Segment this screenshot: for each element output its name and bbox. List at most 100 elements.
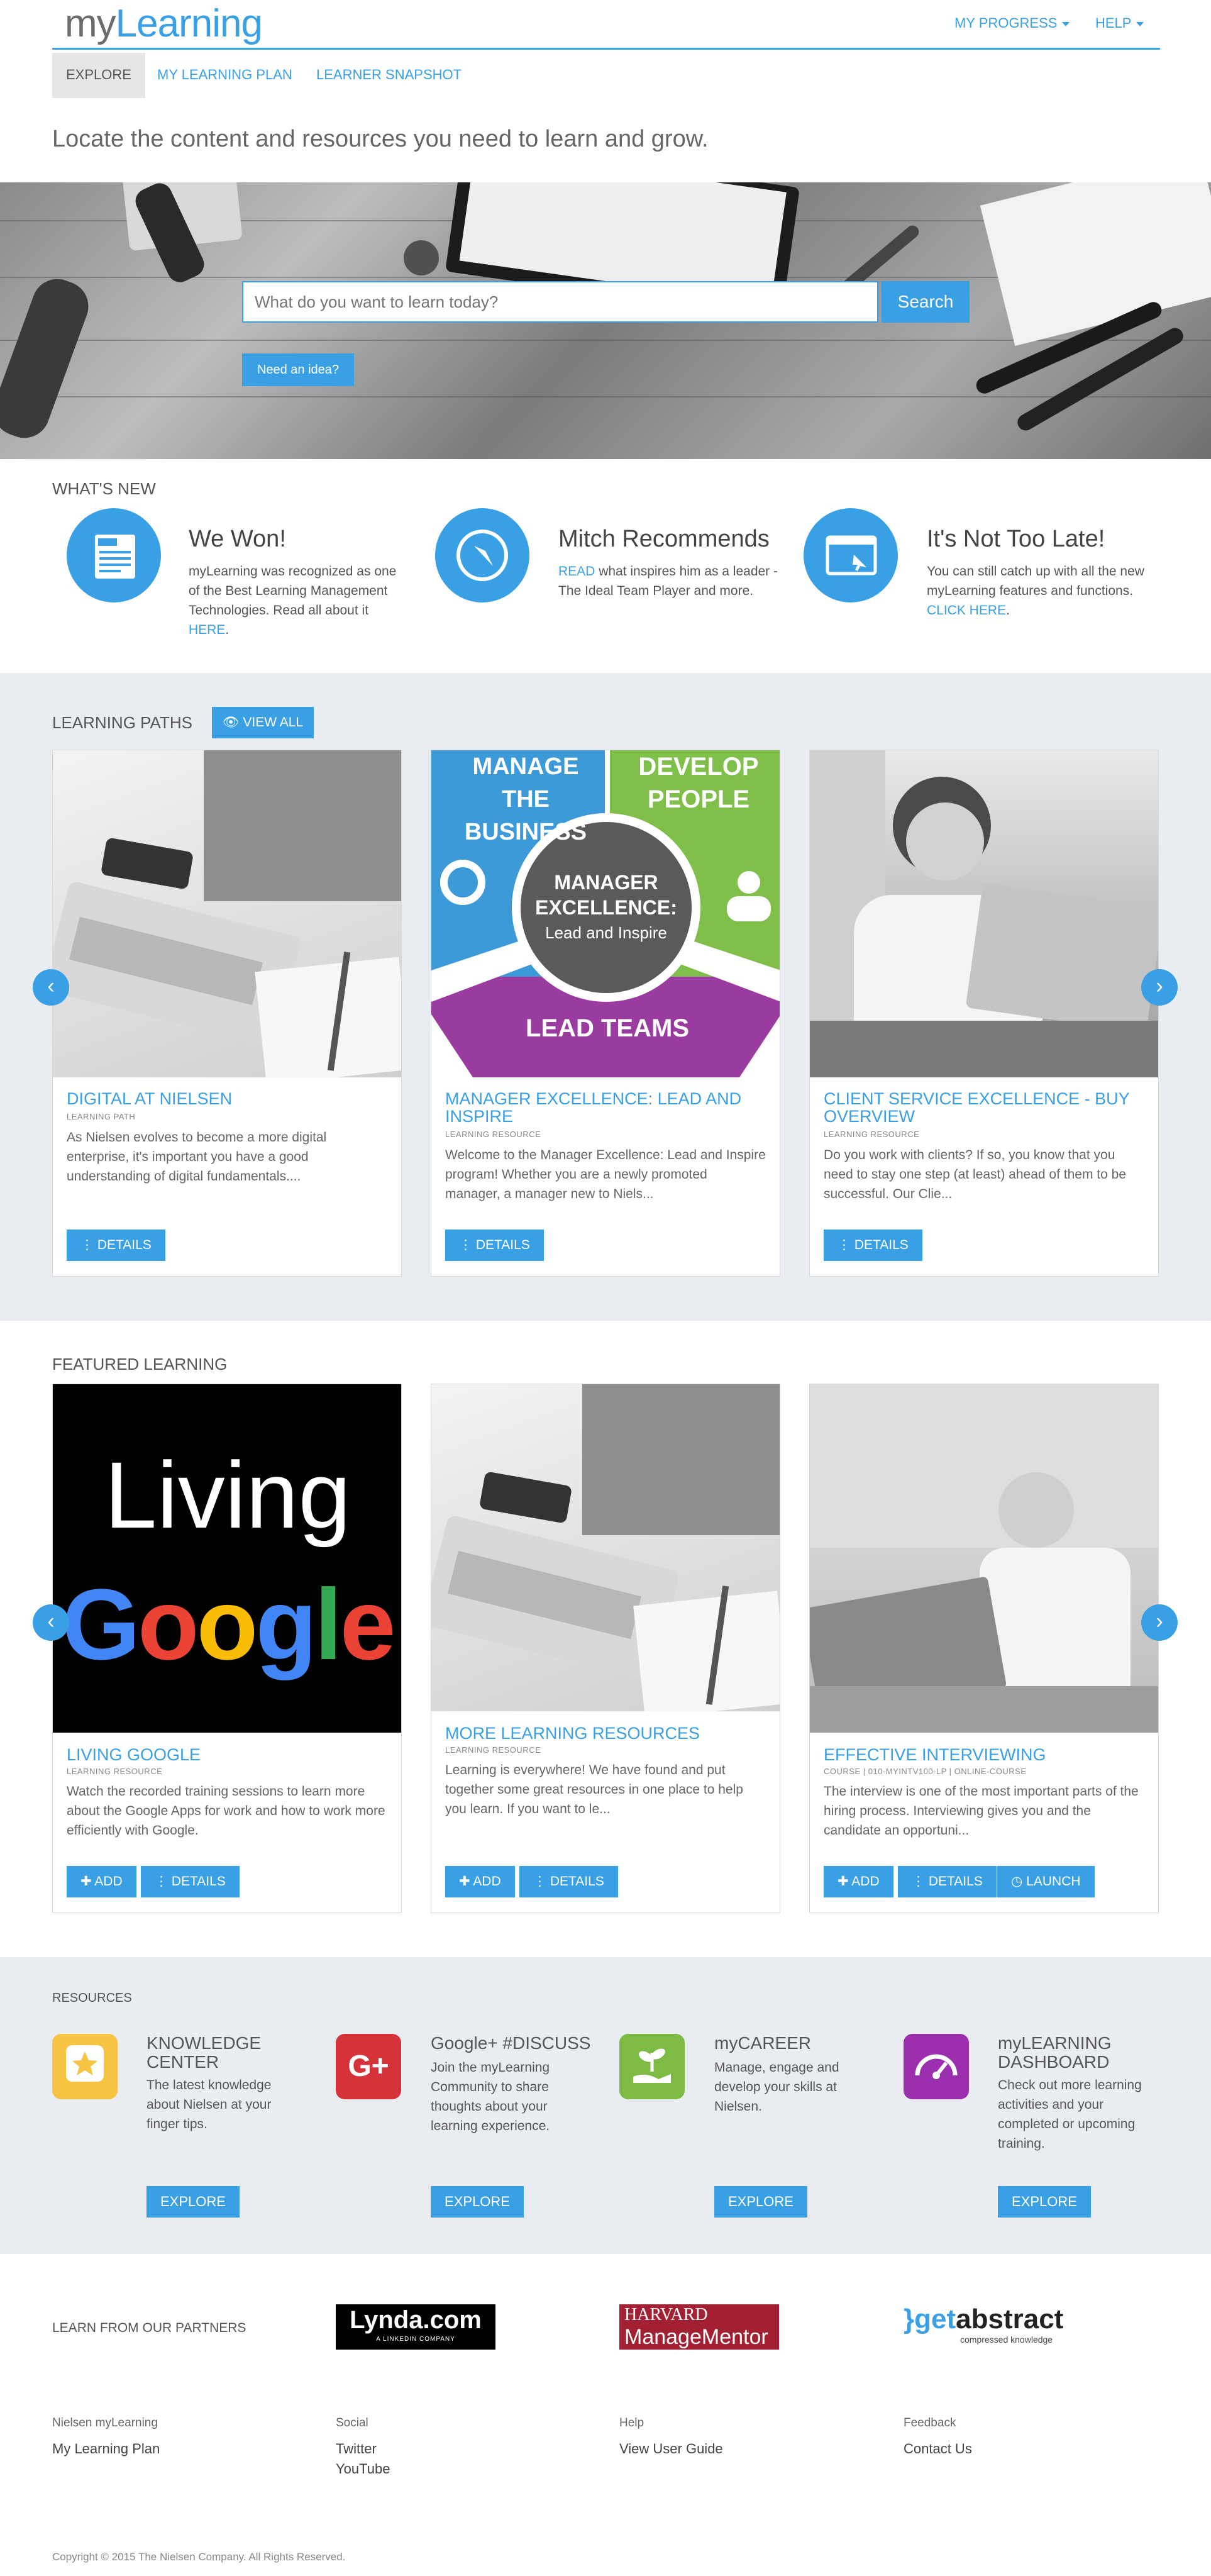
google-logo: Google xyxy=(62,1568,395,1680)
details-button[interactable]: ⋮ DETAILS xyxy=(141,1866,240,1897)
we-won-here-link[interactable]: HERE xyxy=(189,623,225,637)
course-format: ONLINE-COURSE xyxy=(954,1767,1027,1776)
explore-google-plus-button[interactable]: EXPLORE xyxy=(431,2186,524,2218)
my-progress-menu[interactable]: MY PROGRESS xyxy=(954,15,1070,31)
details-label: DETAILS xyxy=(475,1238,530,1252)
art-center-text: MANAGER EXCELLENCE: Lead and Inspire xyxy=(535,871,677,942)
lynda-logo[interactable]: Lynda.com A LINKEDIN COMPANY xyxy=(336,2304,495,2350)
art-lead-teams-text: LEAD TEAMS xyxy=(526,1014,689,1042)
add-button[interactable]: ✚ ADD xyxy=(445,1866,515,1897)
footer-col-head: Social xyxy=(336,2416,368,2429)
featured-card[interactable]: Living Google LIVING GOOGLE LEARNING RES… xyxy=(52,1384,402,1913)
card-type-row: COURSE | 010-MYINTV100-LP | ONLINE-COURS… xyxy=(824,1767,1027,1776)
card-title[interactable]: EFFECTIVE INTERVIEWING xyxy=(824,1746,1144,1763)
resources-title: RESOURCES xyxy=(52,1991,132,2005)
google-plus-icon: G+ xyxy=(336,2034,401,2099)
add-button[interactable]: ✚ ADD xyxy=(67,1866,136,1897)
details-button[interactable]: ⋮ DETAILS xyxy=(445,1230,544,1261)
footer-link-contact-us[interactable]: Contact Us xyxy=(904,2439,972,2459)
carousel-prev-arrow-icon[interactable]: ‹ xyxy=(33,1604,69,1641)
lynda-subtext: A LINKEDIN COMPANY xyxy=(376,2336,455,2343)
card-description: Learning is everywhere! We have found an… xyxy=(445,1763,743,1816)
card-image xyxy=(810,750,1158,1077)
news-title-we-won: We Won! xyxy=(189,526,286,552)
carousel-prev-arrow-icon[interactable]: ‹ xyxy=(33,969,69,1006)
card-type: LEARNING RESOURCE xyxy=(445,1130,541,1139)
getabstract-subtext: compressed knowledge xyxy=(960,2334,1053,2345)
card-type: LEARNING RESOURCE xyxy=(824,1130,920,1139)
help-menu[interactable]: HELP xyxy=(1095,15,1144,31)
explore-dashboard-button[interactable]: EXPLORE xyxy=(998,2186,1091,2218)
card-image xyxy=(810,1384,1158,1733)
tab-learner-snapshot[interactable]: LEARNER SNAPSHOT xyxy=(302,53,475,98)
harvard-managementor-logo[interactable]: HARVARD ManageMentor xyxy=(619,2304,779,2350)
card-title[interactable]: MANAGER EXCELLENCE: LEAD AND INSPIRE xyxy=(445,1090,766,1125)
logo-my: my xyxy=(65,2,116,45)
tab-explore[interactable]: EXPLORE xyxy=(52,53,145,98)
card-description: Watch the recorded training sessions to … xyxy=(67,1784,385,1838)
details-label: DETAILS xyxy=(854,1238,909,1252)
footer-link-my-learning-plan[interactable]: My Learning Plan xyxy=(52,2439,160,2459)
news-icon xyxy=(67,508,161,602)
resource-title: myLEARNING DASHBOARD xyxy=(998,2033,1112,2072)
card-title[interactable]: DIGITAL AT NIELSEN xyxy=(67,1090,387,1108)
add-label: ADD xyxy=(851,1874,880,1889)
search-button[interactable]: Search xyxy=(882,281,970,323)
footer-link-youtube[interactable]: YouTube xyxy=(336,2459,390,2479)
page-tagline: Locate the content and resources you nee… xyxy=(52,126,709,152)
getabstract-logo[interactable]: }getabstract compressed knowledge xyxy=(904,2304,1073,2350)
footer-link-twitter[interactable]: Twitter xyxy=(336,2439,377,2459)
click-here-link[interactable]: CLICK HERE xyxy=(927,603,1006,618)
learning-path-card[interactable]: MANAGE THE BUSINESS DEVELOP PEOPLE MANAGER… xyxy=(431,750,780,1277)
card-title[interactable]: LIVING GOOGLE xyxy=(67,1746,387,1763)
resource-body: Join the myLearning Community to share t… xyxy=(431,2060,550,2133)
launch-button[interactable]: ◷ LAUNCH xyxy=(997,1866,1095,1897)
card-title[interactable]: CLIENT SERVICE EXCELLENCE - BUY OVERVIEW xyxy=(824,1090,1144,1125)
featured-card[interactable]: EFFECTIVE INTERVIEWING COURSE | 010-MYIN… xyxy=(809,1384,1159,1913)
caret-down-icon xyxy=(1062,21,1070,26)
mitch-read-link[interactable]: READ xyxy=(558,564,595,579)
need-an-idea-button[interactable]: Need an idea? xyxy=(242,353,354,386)
footer-link-user-guide[interactable]: View User Guide xyxy=(619,2439,723,2459)
card-type: LEARNING RESOURCE xyxy=(445,1745,541,1755)
news-period: . xyxy=(1006,603,1010,618)
card-description: As Nielsen evolves to become a more digi… xyxy=(67,1130,327,1184)
view-all-button[interactable]: 👁 VIEW ALL xyxy=(212,707,314,738)
header-divider xyxy=(52,48,1160,50)
details-button[interactable]: ⋮ DETAILS xyxy=(824,1230,922,1261)
details-label: DETAILS xyxy=(550,1874,604,1889)
dashboard-gauge-icon xyxy=(904,2034,969,2099)
tab-my-learning-plan[interactable]: MY LEARNING PLAN xyxy=(143,53,306,98)
footer-col-head: Help xyxy=(619,2416,644,2429)
resource-title: Google+ #DISCUSS xyxy=(431,2033,591,2053)
card-title[interactable]: MORE LEARNING RESOURCES xyxy=(445,1724,766,1742)
card-description: Do you work with clients? If so, you kno… xyxy=(824,1148,1126,1201)
details-button[interactable]: ⋮ DETAILS xyxy=(67,1230,165,1261)
art-develop-text: DEVELOP PEOPLE xyxy=(638,753,759,813)
explore-knowledge-center-button[interactable]: EXPLORE xyxy=(147,2186,240,2218)
learning-path-card[interactable]: DIGITAL AT NIELSEN LEARNING PATH As Niel… xyxy=(52,750,402,1277)
featured-card[interactable]: MORE LEARNING RESOURCES LEARNING RESOURC… xyxy=(431,1384,780,1913)
compass-icon xyxy=(435,508,529,602)
add-button[interactable]: ✚ ADD xyxy=(824,1866,893,1897)
search-input[interactable] xyxy=(242,281,878,323)
news-period: . xyxy=(225,623,229,637)
partners-label: LEARN FROM OUR PARTNERS xyxy=(52,2321,246,2335)
carousel-next-arrow-icon[interactable]: › xyxy=(1141,1604,1178,1641)
mylearning-logo[interactable]: myLearning xyxy=(65,1,263,46)
logo-learning: Learning xyxy=(115,2,263,45)
card-description: Welcome to the Manager Excellence: Lead … xyxy=(445,1148,766,1201)
learning-paths-title: LEARNING PATHS xyxy=(52,713,192,732)
learning-path-card[interactable]: CLIENT SERVICE EXCELLENCE - BUY OVERVIEW… xyxy=(809,750,1159,1277)
details-label: DETAILS xyxy=(171,1874,226,1889)
details-button[interactable]: ⋮ DETAILS xyxy=(898,1866,997,1897)
details-button[interactable]: ⋮ DETAILS xyxy=(519,1866,618,1897)
help-label: HELP xyxy=(1095,15,1132,31)
footer-col-head: Feedback xyxy=(904,2416,956,2429)
news-text: You can still catch up with all the new … xyxy=(927,564,1144,598)
explore-mycareer-button[interactable]: EXPLORE xyxy=(714,2186,807,2218)
card-image: MANAGE THE BUSINESS DEVELOP PEOPLE MANAGER… xyxy=(431,750,780,1077)
carousel-next-arrow-icon[interactable]: › xyxy=(1141,969,1178,1006)
featured-learning-title: FEATURED LEARNING xyxy=(52,1355,228,1374)
abstract-text: abstract xyxy=(956,2304,1064,2334)
